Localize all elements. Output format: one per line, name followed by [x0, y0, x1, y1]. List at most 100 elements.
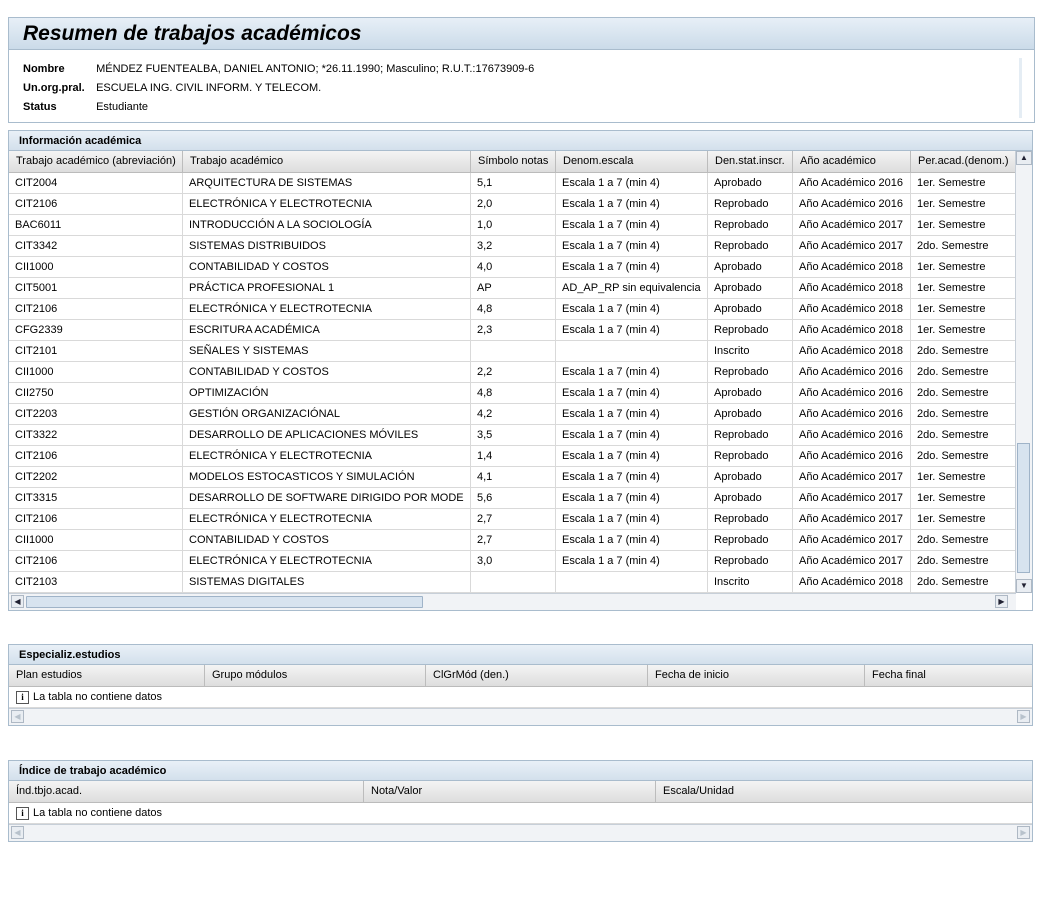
cell-status: Reprobado — [708, 551, 793, 571]
cell-year: Año Académico 2018 — [793, 278, 911, 298]
column-header[interactable]: Índ.tbjo.acad. — [9, 781, 364, 802]
cell-year: Año Académico 2016 — [793, 446, 911, 466]
cell-period: 1er. Semestre — [917, 219, 986, 231]
table-row[interactable]: CII1000 CONTABILIDAD Y COSTOS 2,7 Escala 1 … — [9, 530, 1016, 551]
column-header[interactable]: Escala/Unidad — [656, 781, 1032, 802]
cell-grade — [471, 572, 556, 592]
column-header[interactable]: Trabajo académico (abreviación) — [9, 151, 183, 172]
horizontal-scrollbar[interactable]: ◀ ▶ — [9, 824, 1032, 841]
column-header[interactable]: Fecha final — [865, 665, 1032, 686]
cell-scale: Escala 1 a 7 (min 4) — [556, 299, 708, 319]
scroll-right-icon[interactable]: ▶ — [1017, 710, 1030, 723]
table-row[interactable]: CIT2106 ELECTRÓNICA Y ELECTROTECNIA 2,7 Esc… — [9, 509, 1016, 530]
scroll-thumb[interactable] — [26, 596, 423, 608]
cell-year: Año Académico 2016 — [793, 383, 911, 403]
cell-course: ELECTRÓNICA Y ELECTROTECNIA — [183, 299, 471, 319]
cell-period: 1er. Semestre — [917, 177, 986, 189]
cell-course: SISTEMAS DIGITALES — [183, 572, 471, 592]
cell-period: 2do. Semestre — [917, 240, 989, 252]
vertical-scrollbar[interactable]: ▲ ▼ — [1015, 151, 1032, 593]
table-row[interactable]: CIT2203 GESTIÓN ORGANIZACIÓNAL 4,2 Escala 1… — [9, 404, 1016, 425]
table-row[interactable]: CIT2004 ARQUITECTURA DE SISTEMAS 5,1 Escala… — [9, 173, 1016, 194]
scroll-down-icon[interactable]: ▼ — [1016, 579, 1032, 593]
column-header[interactable]: Trabajo académico — [183, 151, 471, 172]
cell-code: CIT2202 — [9, 467, 183, 487]
empty-table-message: i La tabla no contiene datos — [9, 687, 1032, 708]
table-row[interactable]: CIT2106 ELECTRÓNICA Y ELECTROTECNIA 3,0 Esc… — [9, 551, 1016, 572]
scroll-left-icon[interactable]: ◀ — [11, 595, 24, 608]
scroll-thumb[interactable] — [1017, 443, 1030, 573]
cell-year: Año Académico 2017 — [793, 488, 911, 508]
cell-year: Año Académico 2018 — [793, 572, 911, 592]
header-field-unidad: Un.org.pral. ESCUELA ING. CIVIL INFORM. … — [23, 81, 1034, 100]
cell-grade: 3,5 — [471, 425, 556, 445]
table-row[interactable]: CII1000 CONTABILIDAD Y COSTOS 2,2 Escala 1 … — [9, 362, 1016, 383]
cell-grade: 4,8 — [471, 299, 556, 319]
column-header[interactable]: ClGrMód (den.) — [426, 665, 648, 686]
table-row[interactable]: CIT3322 DESARROLLO DE APLICACIONES MÓVILE… — [9, 425, 1016, 446]
header-scrollbar[interactable] — [1019, 58, 1022, 118]
cell-scale: Escala 1 a 7 (min 4) — [556, 509, 708, 529]
column-header[interactable]: Den.stat.inscr. — [708, 151, 793, 172]
table-row[interactable]: CIT2101 SEÑALES Y SISTEMAS Inscrito Año Aca… — [9, 341, 1016, 362]
horizontal-scrollbar[interactable]: ◀ ▶ — [9, 593, 1016, 610]
column-header[interactable]: Grupo módulos — [205, 665, 426, 686]
field-label: Status — [23, 101, 57, 113]
cell-scale: Escala 1 a 7 (min 4) — [556, 236, 708, 256]
table-row[interactable]: CIT5001 PRÁCTICA PROFESIONAL 1 AP AD_AP_RP … — [9, 278, 1016, 299]
scroll-right-icon[interactable]: ▶ — [1017, 826, 1030, 839]
cell-grade: AP — [471, 278, 556, 298]
scroll-left-icon[interactable]: ◀ — [11, 710, 24, 723]
cell-grade: 1,0 — [471, 215, 556, 235]
header-fields: Nombre MÉNDEZ FUENTEALBA, DANIEL ANTONIO… — [9, 50, 1034, 119]
cell-grade: 2,7 — [471, 530, 556, 550]
cell-scale: Escala 1 a 7 (min 4) — [556, 194, 708, 214]
table-row[interactable]: CIT2202 MODELOS ESTOCASTICOS Y SIMULACIÓN… — [9, 467, 1016, 488]
column-header[interactable]: Denom.escala — [556, 151, 708, 172]
cell-scale: Escala 1 a 7 (min 4) — [556, 467, 708, 487]
cell-period: 1er. Semestre — [917, 303, 986, 315]
table-row[interactable]: CII2750 OPTIMIZACIÓN 4,8 Escala 1 a 7 (min … — [9, 383, 1016, 404]
horizontal-scrollbar[interactable]: ◀ ▶ — [9, 708, 1032, 725]
table-row[interactable]: CII1000 CONTABILIDAD Y COSTOS 4,0 Escala 1 … — [9, 257, 1016, 278]
cell-scale: Escala 1 a 7 (min 4) — [556, 383, 708, 403]
academic-table-header: Trabajo académico (abreviación) Trabajo … — [9, 151, 1016, 173]
empty-text: La tabla no contiene datos — [33, 691, 163, 703]
cell-course: DESARROLLO DE APLICACIONES MÓVILES — [183, 425, 471, 445]
table-row[interactable]: CIT2106 ELECTRÓNICA Y ELECTROTECNIA 4,8 Esc… — [9, 299, 1016, 320]
cell-year: Año Académico 2017 — [793, 530, 911, 550]
cell-status: Reprobado — [708, 320, 793, 340]
cell-year: Año Académico 2017 — [793, 215, 911, 235]
specialization-title: Especializ.estudios — [9, 645, 1032, 665]
index-table-header: Índ.tbjo.acad. Nota/Valor Escala/Unidad — [9, 781, 1032, 803]
cell-grade: 2,7 — [471, 509, 556, 529]
table-row[interactable]: CIT3342 SISTEMAS DISTRIBUIDOS 3,2 Escala 1 … — [9, 236, 1016, 257]
scroll-right-icon[interactable]: ▶ — [995, 595, 1008, 608]
table-row[interactable]: CIT2103 SISTEMAS DIGITALES Inscrito Año Aca… — [9, 572, 1016, 593]
column-header[interactable]: Símbolo notas — [471, 151, 556, 172]
table-row[interactable]: CIT3315 DESARROLLO DE SOFTWARE DIRIGIDO P… — [9, 488, 1016, 509]
cell-course: CONTABILIDAD Y COSTOS — [183, 530, 471, 550]
scroll-up-icon[interactable]: ▲ — [1016, 151, 1032, 165]
cell-course: MODELOS ESTOCASTICOS Y SIMULACIÓN — [183, 467, 471, 487]
cell-grade: 2,2 — [471, 362, 556, 382]
column-header[interactable]: Nota/Valor — [364, 781, 656, 802]
column-header[interactable]: Plan estudios — [9, 665, 205, 686]
cell-scale — [556, 341, 708, 361]
column-header[interactable]: Fecha de inicio — [648, 665, 865, 686]
cell-year: Año Académico 2016 — [793, 425, 911, 445]
cell-code: CIT3322 — [9, 425, 183, 445]
cell-period: 1er. Semestre — [917, 282, 986, 294]
cell-year: Año Académico 2017 — [793, 551, 911, 571]
table-row[interactable]: CIT2106 ELECTRÓNICA Y ELECTROTECNIA 1,4 Esc… — [9, 446, 1016, 467]
scroll-left-icon[interactable]: ◀ — [11, 826, 24, 839]
column-header[interactable]: Año académico — [793, 151, 911, 172]
table-row[interactable]: CIT2106 ELECTRÓNICA Y ELECTROTECNIA 2,0 Esc… — [9, 194, 1016, 215]
column-header[interactable]: Per.acad.(denom.) — [911, 151, 1016, 172]
table-row[interactable]: BAC6011 INTRODUCCIÓN A LA SOCIOLOGÍA 1,0 Es… — [9, 215, 1016, 236]
table-row[interactable]: CFG2339 ESCRITURA ACADÉMICA 2,3 Escala 1 a … — [9, 320, 1016, 341]
cell-grade: 3,2 — [471, 236, 556, 256]
cell-code: CII1000 — [9, 530, 183, 550]
cell-year: Año Académico 2017 — [793, 467, 911, 487]
cell-period: 2do. Semestre — [917, 366, 989, 378]
